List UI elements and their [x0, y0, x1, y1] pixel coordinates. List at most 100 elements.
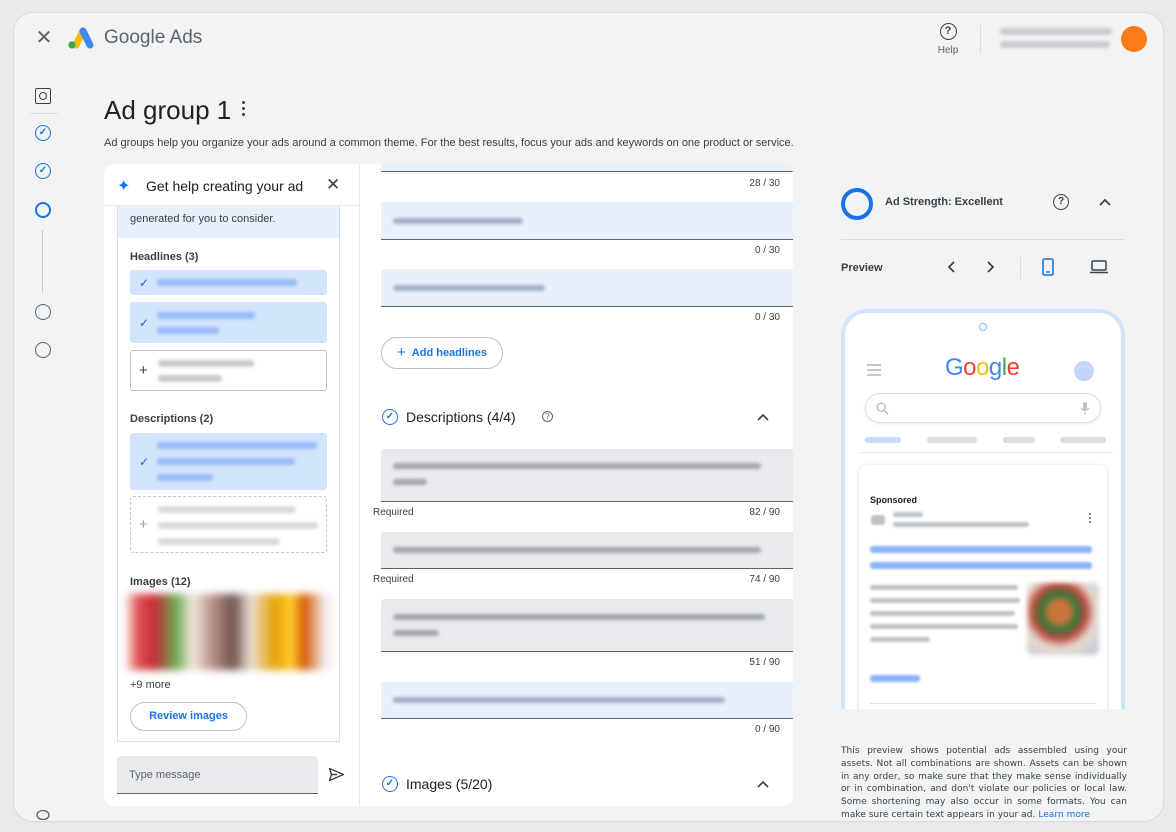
review-images-button[interactable]: Review images — [130, 702, 247, 731]
learn-more-link[interactable]: Learn more — [1038, 810, 1090, 820]
search-tab — [1003, 437, 1035, 443]
image-suggestions[interactable] — [126, 594, 333, 670]
redacted-text — [158, 522, 318, 529]
search-icon — [876, 402, 889, 415]
more-options-icon[interactable] — [238, 101, 248, 119]
toolbar-divider — [980, 25, 981, 53]
character-counter: 0 / 90 — [754, 724, 780, 735]
check-icon: ✓ — [139, 316, 150, 330]
ad-preview-card: Sponsored — [859, 465, 1107, 709]
description-field[interactable] — [381, 449, 793, 502]
mobile-icon[interactable] — [1042, 258, 1054, 276]
redacted-text — [870, 585, 1018, 590]
preview-label: Preview — [841, 262, 883, 274]
add-headlines-button[interactable]: + Add headlines — [381, 337, 503, 369]
redacted-text — [393, 285, 545, 291]
chevron-up-icon[interactable] — [756, 410, 770, 424]
microphone-icon — [1080, 402, 1090, 415]
close-icon[interactable]: ✕ — [34, 28, 54, 48]
suggestions-intro: generated for you to consider. — [118, 206, 339, 238]
step-current-icon[interactable] — [35, 202, 51, 218]
assistant-panel: ✦ Get help creating your ad ✕ generated … — [104, 164, 359, 806]
preview-disclaimer: This preview shows potential ads assembl… — [841, 745, 1127, 821]
help-icon[interactable]: ? — [1053, 194, 1069, 210]
advertiser-favicon — [871, 515, 885, 525]
check-icon: ✓ — [139, 276, 150, 290]
help-label: Help — [937, 45, 959, 56]
redacted-text — [158, 506, 296, 513]
campaign-overview-icon[interactable] — [35, 88, 51, 104]
redacted-link — [870, 675, 920, 682]
product-name: Google Ads — [104, 27, 202, 49]
send-icon[interactable] — [328, 767, 345, 782]
google-ads-logo — [68, 27, 94, 49]
desktop-icon[interactable] — [1089, 260, 1109, 274]
mobile-preview-frame: Google Sponsored — [841, 309, 1125, 709]
menu-icon — [867, 364, 881, 379]
search-tab — [865, 437, 901, 443]
redacted-text — [157, 327, 219, 334]
character-counter: 28 / 30 — [749, 178, 780, 189]
message-input[interactable] — [117, 756, 318, 794]
headline-suggestion[interactable]: ✓ — [130, 302, 327, 343]
next-icon[interactable] — [983, 260, 997, 274]
google-logo: Google — [945, 354, 1020, 381]
help-icon[interactable]: ? — [542, 411, 553, 422]
step-complete-icon[interactable]: ✓ — [35, 125, 51, 141]
redacted-text — [157, 279, 297, 286]
search-tab — [1060, 437, 1106, 443]
headline-field[interactable] — [381, 164, 793, 172]
avatar[interactable] — [1121, 26, 1147, 52]
headline-field[interactable] — [381, 202, 793, 240]
step-complete-icon[interactable]: ✓ — [35, 163, 51, 179]
description-field[interactable] — [381, 532, 793, 569]
descriptions-label: Descriptions (2) — [130, 413, 214, 425]
plus-icon: + — [139, 516, 148, 533]
images-label: Images (12) — [130, 576, 191, 588]
headline-field[interactable] — [381, 269, 793, 307]
redacted-text — [870, 624, 1018, 629]
plus-icon: + — [397, 344, 406, 361]
account-name-redacted — [1000, 28, 1112, 35]
chevron-up-icon[interactable] — [1097, 194, 1113, 210]
headline-suggestion[interactable]: ✓ — [130, 270, 327, 295]
redacted-headline — [870, 546, 1092, 553]
redacted-text — [393, 547, 761, 553]
descriptions-section-title: Descriptions (4/4) — [406, 409, 516, 425]
page-subtitle: Ad groups help you organize your ads aro… — [104, 137, 794, 149]
assistant-title: Get help creating your ad — [146, 178, 304, 194]
redacted-text — [870, 598, 1020, 603]
close-icon[interactable]: ✕ — [326, 175, 340, 195]
brand-ads-text: Ads — [169, 27, 203, 48]
headline-suggestion[interactable]: + — [130, 350, 327, 391]
help-button[interactable]: ? Help — [934, 21, 962, 56]
description-suggestion[interactable]: + — [130, 496, 327, 553]
description-suggestion[interactable]: ✓ — [130, 433, 327, 490]
ad-strength-label: Ad Strength: Excellent — [885, 196, 1003, 208]
feedback-icon[interactable] — [36, 808, 50, 820]
redacted-text — [870, 611, 1015, 616]
more-options-icon — [1089, 513, 1093, 525]
divider — [841, 239, 1125, 240]
redacted-text — [157, 442, 317, 449]
step-pending-icon[interactable] — [35, 304, 51, 320]
headlines-label: Headlines (3) — [130, 251, 199, 263]
redacted-text — [893, 522, 1029, 527]
redacted-text — [393, 479, 427, 485]
redacted-text — [393, 697, 725, 703]
description-field[interactable] — [381, 599, 793, 652]
character-counter: 82 / 90 — [749, 507, 780, 518]
phone-camera — [979, 323, 987, 331]
sparkle-icon: ✦ — [117, 178, 131, 195]
step-pending-icon[interactable] — [35, 342, 51, 358]
brand-google-text: Google — [104, 27, 166, 48]
redacted-text — [158, 375, 222, 382]
redacted-text — [893, 512, 923, 517]
sponsored-label: Sponsored — [870, 495, 918, 505]
section-complete-icon: ✓ — [382, 409, 398, 425]
previous-icon[interactable] — [945, 260, 959, 274]
avatar — [1074, 361, 1094, 381]
character-counter: 0 / 30 — [754, 312, 780, 323]
description-field[interactable] — [381, 682, 793, 719]
chevron-up-icon[interactable] — [756, 777, 770, 791]
